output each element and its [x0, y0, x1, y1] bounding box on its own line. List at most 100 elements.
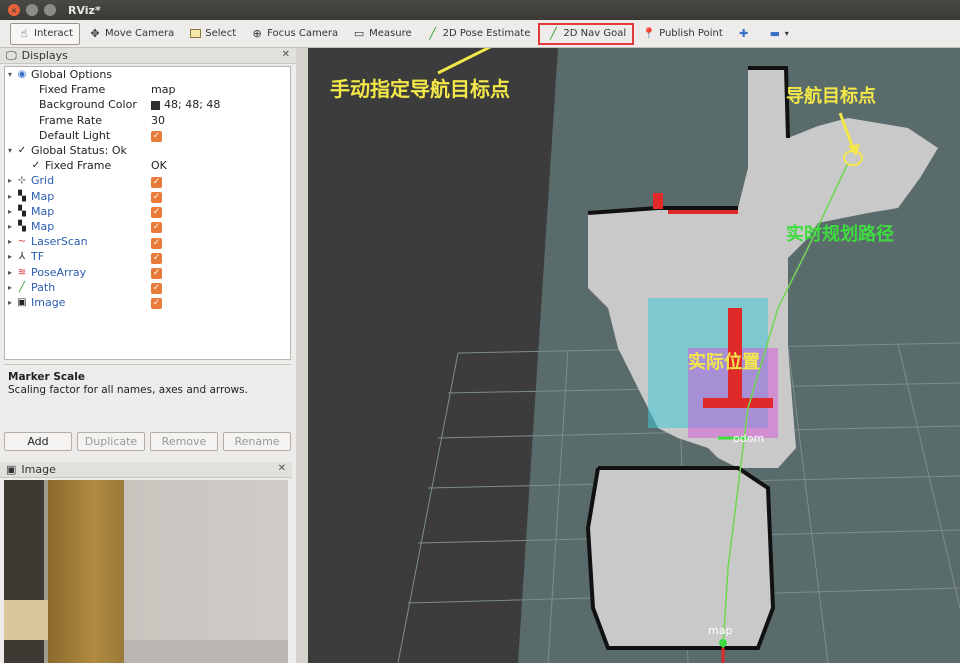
window-title: RViz* [68, 3, 101, 17]
title-bar: × RViz* [0, 0, 960, 20]
cursor-icon: ☝ [20, 27, 28, 40]
fixed-frame-value[interactable]: map [151, 83, 175, 96]
add-button[interactable]: Add [4, 432, 72, 451]
3d-viewport[interactable]: odom map 手动指定导航目标点 导航目标点 实时规划路径 实际位置 [308, 48, 960, 663]
description-text: Scaling factor for all names, axes and a… [8, 384, 248, 396]
display-item-map[interactable]: ▸ ▚ Map ✓ [5, 204, 290, 219]
tree-row-global-status[interactable]: ▾ ✓ Global Status: Ok [5, 143, 290, 158]
map-frame-label: map [708, 624, 733, 637]
background-area [308, 48, 558, 663]
posearray-icon: ≋ [17, 266, 27, 278]
tree-row-global-options[interactable]: ▾ ◉ Global Options [5, 67, 290, 82]
camera-image [4, 480, 288, 663]
display-item-posearray[interactable]: ▸ ≋ PoseArray ✓ [5, 264, 290, 280]
tool-2d-nav-goal[interactable]: ╱ 2D Nav Goal [538, 22, 635, 45]
maximize-window-button[interactable] [44, 4, 56, 16]
monitor-icon: 🖵 [6, 48, 17, 62]
expand-arrow-icon[interactable]: ▾ [5, 146, 15, 155]
collapse-arrow-icon[interactable]: ▸ [5, 252, 15, 261]
measure-icon: ▭ [353, 27, 365, 40]
globe-icon: ◉ [17, 69, 27, 81]
collapse-arrow-icon[interactable]: ▸ [5, 222, 15, 231]
default-light-checkbox[interactable]: ✓ [151, 131, 162, 143]
dock-splitter[interactable] [296, 48, 308, 663]
tool-interact[interactable]: ☝ Interact [10, 22, 81, 45]
color-swatch [151, 100, 160, 110]
enable-checkbox[interactable]: ✓ [151, 298, 162, 310]
enable-checkbox[interactable]: ✓ [151, 252, 162, 264]
displays-tree: ▾ ◉ Global Options Fixed Frame map Backg… [4, 66, 291, 360]
rename-button[interactable]: Rename [223, 432, 291, 451]
display-item-map[interactable]: ▸ ▚ Map ✓ [5, 219, 290, 234]
annotation-manual-goal: 手动指定导航目标点 [330, 77, 510, 101]
nav-goal-icon: ╱ [550, 27, 557, 40]
map-icon: ▚ [18, 205, 26, 217]
display-item-laserscan[interactable]: ▸ ∼ LaserScan ✓ [5, 234, 290, 249]
enable-checkbox[interactable]: ✓ [151, 176, 162, 188]
focus-camera-icon: ⊕ [252, 27, 262, 40]
annotation-actual-position: 实际位置 [688, 352, 760, 373]
enable-checkbox[interactable]: ✓ [151, 237, 162, 249]
tree-row-frame-rate[interactable]: Frame Rate 30 [5, 113, 290, 128]
property-description: Marker Scale Scaling factor for all name… [4, 364, 291, 422]
enable-checkbox[interactable]: ✓ [151, 207, 162, 219]
enable-checkbox[interactable]: ✓ [151, 268, 162, 280]
remove-button[interactable]: Remove [150, 432, 218, 451]
close-panel-icon[interactable]: ✕ [278, 463, 286, 474]
grid-icon: ⊹ [17, 175, 27, 187]
tree-row-default-light[interactable]: Default Light ✓ [5, 128, 290, 143]
add-tool-button[interactable]: ✚ [731, 23, 760, 45]
close-panel-icon[interactable]: ✕ [282, 49, 290, 60]
tree-row-fixed-frame[interactable]: Fixed Frame map [5, 82, 290, 97]
background-color-value[interactable]: 48; 48; 48 [151, 98, 220, 111]
displays-panel-header: 🖵 Displays ✕ [0, 48, 296, 64]
left-dock: 🖵 Displays ✕ ▾ ◉ Global Options Fixed Fr… [0, 48, 296, 663]
display-item-image[interactable]: ▸ ▣ Image ✓ [5, 295, 290, 310]
tool-publish-point[interactable]: 📍 Publish Point [636, 23, 729, 45]
collapse-arrow-icon[interactable]: ▸ [5, 207, 15, 216]
map-render [308, 48, 960, 663]
collapse-arrow-icon[interactable]: ▸ [5, 298, 15, 307]
chevron-down-icon: ▾ [784, 29, 789, 38]
image-object [4, 600, 48, 640]
tool-move-camera[interactable]: ✥ Move Camera [82, 23, 180, 45]
displays-button-row: Add Duplicate Remove Rename [4, 432, 291, 451]
duplicate-button[interactable]: Duplicate [77, 432, 145, 451]
tool-focus-camera[interactable]: ⊕ Focus Camera [244, 23, 344, 45]
select-icon [188, 27, 202, 41]
annotation-nav-goal: 导航目标点 [786, 86, 876, 107]
tree-row-background-color[interactable]: Background Color 48; 48; 48 [5, 97, 290, 112]
move-camera-icon: ✥ [90, 27, 100, 40]
display-item-tf[interactable]: ▸ ⅄ TF ✓ [5, 249, 290, 264]
display-item-path[interactable]: ▸ ╱ Path ✓ [5, 280, 290, 295]
tree-row-fixed-frame-status[interactable]: ✓ Fixed Frame OK [5, 158, 290, 173]
tool-select[interactable]: Select [182, 23, 242, 45]
map-origin [719, 639, 727, 647]
plus-icon: ✚ [739, 27, 749, 40]
image-panel-header: ▣ Image ✕ [0, 462, 292, 478]
image-icon: ▣ [17, 296, 27, 308]
close-window-button[interactable]: × [8, 4, 20, 16]
checkmark-icon: ✓ [17, 145, 27, 157]
collapse-arrow-icon[interactable]: ▸ [5, 237, 15, 246]
collapse-arrow-icon[interactable]: ▸ [5, 283, 15, 292]
minus-icon: ▬ [769, 27, 780, 40]
remove-tool-button[interactable]: ▬ ▾ [762, 23, 795, 45]
tool-measure[interactable]: ▭ Measure [346, 23, 418, 45]
pose-estimate-icon: ╱ [429, 27, 436, 40]
laserscan-icon: ∼ [17, 236, 27, 248]
collapse-arrow-icon[interactable]: ▸ [5, 268, 15, 277]
tool-2d-pose-estimate[interactable]: ╱ 2D Pose Estimate [420, 23, 537, 45]
collapse-arrow-icon[interactable]: ▸ [5, 192, 15, 201]
enable-checkbox[interactable]: ✓ [151, 222, 162, 234]
enable-checkbox[interactable]: ✓ [151, 192, 162, 204]
image-panel: ▣ Image ✕ [0, 462, 292, 663]
enable-checkbox[interactable]: ✓ [151, 283, 162, 295]
display-item-grid[interactable]: ▸ ⊹ Grid ✓ [5, 173, 290, 188]
expand-arrow-icon[interactable]: ▾ [5, 70, 15, 79]
frame-rate-value[interactable]: 30 [151, 114, 165, 127]
tf-icon: ⅄ [18, 251, 26, 263]
display-item-map[interactable]: ▸ ▚ Map ✓ [5, 189, 290, 204]
collapse-arrow-icon[interactable]: ▸ [5, 176, 15, 185]
minimize-window-button[interactable] [26, 4, 38, 16]
